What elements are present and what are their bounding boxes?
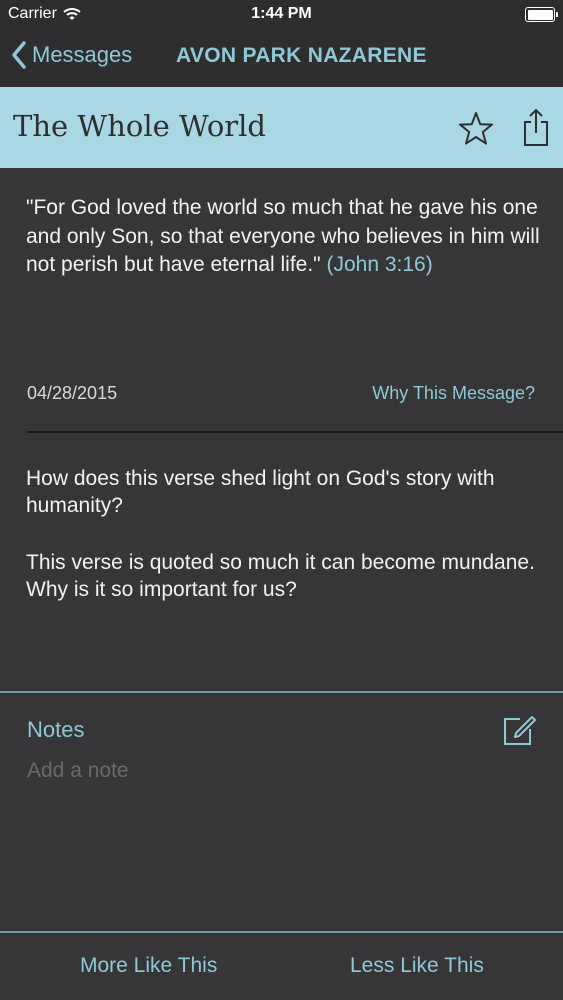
verse-reference-link[interactable]: (John 3:16) bbox=[326, 253, 432, 276]
notes-label: Notes bbox=[27, 717, 85, 742]
note-input[interactable] bbox=[27, 755, 527, 787]
message-header: The Whole World bbox=[0, 87, 563, 168]
verse-text: "For God loved the world so much that he… bbox=[26, 194, 546, 280]
status-time: 1:44 PM bbox=[251, 5, 312, 22]
navigation-bar: Messages AVON PARK NAZARENE bbox=[0, 30, 563, 87]
reflection-question: This verse is quoted so much it can beco… bbox=[26, 551, 535, 601]
verse-body: "For God loved the world so much that he… bbox=[26, 196, 540, 276]
edit-note-icon[interactable] bbox=[502, 713, 536, 747]
back-button[interactable]: Messages bbox=[10, 40, 132, 70]
chevron-left-icon bbox=[12, 41, 26, 69]
more-like-this-button[interactable]: More Like This bbox=[80, 954, 217, 978]
battery-icon bbox=[525, 7, 558, 22]
why-this-message-link[interactable]: Why This Message? bbox=[372, 383, 535, 404]
message-date: 04/28/2015 bbox=[27, 383, 118, 403]
status-bar: Carrier 1:44 PM bbox=[0, 0, 563, 30]
nav-title: AVON PARK NAZARENE bbox=[176, 44, 427, 67]
share-icon[interactable] bbox=[521, 107, 551, 147]
footer-divider bbox=[0, 931, 563, 933]
star-icon[interactable] bbox=[458, 111, 494, 147]
back-button-label: Messages bbox=[32, 42, 133, 67]
divider bbox=[27, 431, 563, 433]
notes-divider bbox=[0, 691, 563, 693]
message-title: The Whole World bbox=[13, 109, 266, 143]
less-like-this-button[interactable]: Less Like This bbox=[350, 954, 484, 978]
reflection-question: How does this verse shed light on God's … bbox=[26, 467, 495, 517]
